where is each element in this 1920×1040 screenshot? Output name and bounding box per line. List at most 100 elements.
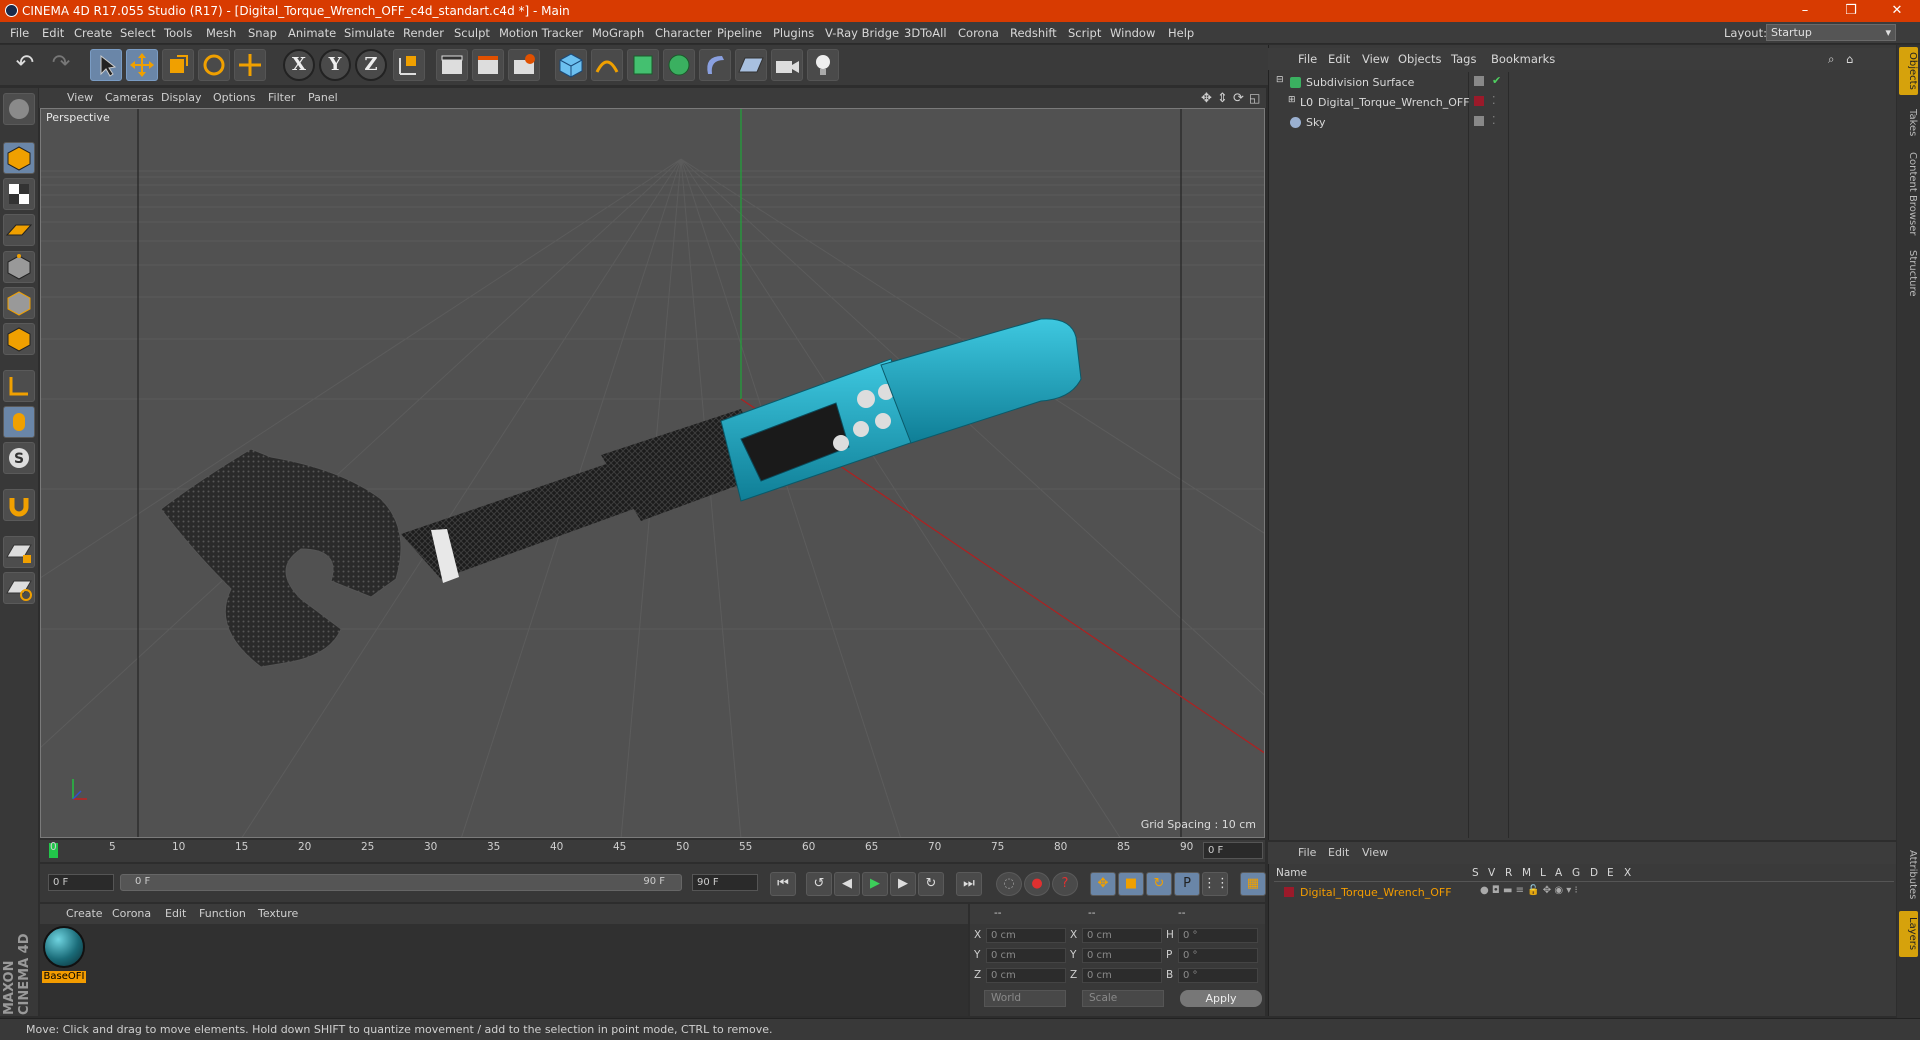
material-menu-create[interactable]: Create: [66, 907, 103, 920]
objects-menu-tags[interactable]: Tags: [1451, 52, 1476, 66]
coord-value-field[interactable]: 0 cm: [986, 928, 1066, 943]
menu-file[interactable]: File: [10, 26, 29, 40]
coord-value-field[interactable]: 0 cm: [986, 948, 1066, 963]
layer-flags-icons[interactable]: ● ◘ ▬ ≡ 🔓 ✥ ◉ ▾ ⁝: [1480, 885, 1578, 896]
coord-value-field[interactable]: 0 °: [1178, 948, 1258, 963]
add-deformer-button[interactable]: [699, 49, 731, 81]
layer-row[interactable]: Digital_Torque_Wrench_OFF ● ◘ ▬ ≡ 🔓 ✥ ◉ …: [1272, 884, 1894, 902]
add-camera-button[interactable]: [771, 49, 803, 81]
layer-color-icon[interactable]: [1474, 96, 1484, 106]
viewport-menu-view[interactable]: View: [67, 91, 93, 104]
workplane-mode-button[interactable]: [3, 214, 35, 246]
orbit-icon[interactable]: ⟳: [1233, 91, 1244, 106]
coord-value-field[interactable]: 0 °: [1178, 968, 1258, 983]
menu-vray-bridge[interactable]: V-Ray Bridge: [825, 26, 899, 40]
material-menu-edit[interactable]: Edit: [165, 907, 186, 920]
add-array-button[interactable]: [663, 49, 695, 81]
next-keyframe-icon[interactable]: ↻: [918, 872, 944, 896]
menu-simulate[interactable]: Simulate: [344, 26, 395, 40]
tab-attributes[interactable]: Attributes: [1899, 845, 1918, 905]
key-rotation-icon[interactable]: ↻: [1146, 872, 1172, 896]
layers-menu-file[interactable]: File: [1298, 846, 1316, 859]
material-menu-function[interactable]: Function: [199, 907, 246, 920]
coord-value-field[interactable]: 0 cm: [1082, 928, 1162, 943]
coord-value-field[interactable]: 0 °: [1178, 928, 1258, 943]
menu-snap[interactable]: Snap: [248, 26, 277, 40]
visibility-dots-icon[interactable]: ⁚: [1492, 94, 1496, 107]
viewport-menu-options[interactable]: Options: [213, 91, 255, 104]
menu-select[interactable]: Select: [120, 26, 155, 40]
collapse-icon[interactable]: ⊟: [1276, 75, 1284, 85]
objects-menu-view[interactable]: View: [1362, 52, 1389, 66]
object-row-wrench[interactable]: ⊞ L0 Digital_Torque_Wrench_OFF ⁚: [1272, 94, 1894, 112]
current-frame-field[interactable]: 0 F: [1203, 842, 1263, 859]
prev-frame-icon[interactable]: ◀: [834, 872, 860, 896]
material-preview-swatch[interactable]: [43, 926, 85, 968]
objects-menu-edit[interactable]: Edit: [1328, 52, 1350, 66]
render-picture-viewer-button[interactable]: [472, 49, 504, 81]
play-icon[interactable]: ▶: [862, 872, 888, 896]
object-row-sky[interactable]: Sky ⁚: [1272, 114, 1894, 132]
texture-mode-button[interactable]: [3, 178, 35, 210]
tab-takes[interactable]: Takes: [1899, 103, 1918, 143]
maximize-button[interactable]: ❒: [1828, 0, 1874, 22]
material-name-label[interactable]: BaseOFI: [42, 971, 86, 983]
y-axis-toggle[interactable]: Y: [319, 49, 351, 81]
coordinate-system-button[interactable]: [393, 49, 425, 81]
autokey-icon[interactable]: ?: [1052, 872, 1078, 896]
frame-range-slider[interactable]: 0 F 90 F: [120, 874, 682, 891]
render-view-button[interactable]: [436, 49, 468, 81]
menu-pipeline[interactable]: Pipeline: [717, 26, 762, 40]
timeline-ruler[interactable]: 0 5 10 15 20 25 30 35 40 45 50 55 60 65 70 75 80 85 90 0 F: [40, 840, 1265, 862]
perspective-viewport[interactable]: Perspective Grid Spacing : 10 cm: [40, 108, 1265, 838]
menu-sculpt[interactable]: Sculpt: [454, 26, 490, 40]
start-frame-field[interactable]: 0 F: [48, 874, 114, 891]
add-cube-button[interactable]: [555, 49, 587, 81]
render-settings-button[interactable]: [508, 49, 540, 81]
apply-button[interactable]: Apply: [1180, 990, 1262, 1007]
menu-3dtoall[interactable]: 3DToAll: [904, 26, 947, 40]
coord-value-field[interactable]: 0 cm: [1082, 968, 1162, 983]
viewport-menu-panel[interactable]: Panel: [308, 91, 338, 104]
material-menu-corona[interactable]: Corona: [112, 907, 151, 920]
keyframe-selection-icon[interactable]: ◌: [996, 872, 1022, 896]
add-spline-button[interactable]: [591, 49, 623, 81]
snap-button[interactable]: S: [3, 442, 35, 474]
transform-tool-button[interactable]: [234, 49, 266, 81]
key-position-icon[interactable]: ✥: [1090, 872, 1116, 896]
viewport-menu-cameras[interactable]: Cameras: [105, 91, 154, 104]
next-frame-icon[interactable]: ▶: [890, 872, 916, 896]
menu-plugins[interactable]: Plugins: [773, 26, 814, 40]
pan-icon[interactable]: ✥: [1201, 91, 1212, 106]
home-icon[interactable]: ⌂: [1846, 52, 1853, 66]
key-parameter-icon[interactable]: P: [1174, 872, 1200, 896]
expand-icon[interactable]: ⊞: [1288, 95, 1296, 105]
key-scale-icon[interactable]: ■: [1118, 872, 1144, 896]
timeline-window-icon[interactable]: ▦: [1240, 872, 1266, 896]
menu-animate[interactable]: Animate: [288, 26, 336, 40]
redo-icon[interactable]: ↷: [45, 49, 77, 81]
zoom-icon[interactable]: ⇕: [1217, 91, 1228, 106]
scale-tool-button[interactable]: [162, 49, 194, 81]
undo-icon[interactable]: ↶: [9, 49, 41, 81]
visibility-dots-icon[interactable]: ⁚: [1492, 114, 1496, 127]
search-icon[interactable]: ⌕: [1828, 52, 1834, 67]
x-axis-toggle[interactable]: X: [283, 49, 315, 81]
edges-mode-button[interactable]: [3, 287, 35, 319]
menu-help[interactable]: Help: [1168, 26, 1194, 40]
menu-character[interactable]: Character: [655, 26, 712, 40]
maximize-view-icon[interactable]: ◱: [1249, 91, 1260, 105]
viewport-menu-display[interactable]: Display: [161, 91, 202, 104]
coordinate-mode-dropdown[interactable]: World: [984, 990, 1066, 1007]
enabled-check-icon[interactable]: ✔: [1492, 74, 1501, 87]
axis-mode-button[interactable]: [3, 370, 35, 402]
tweak-mode-button[interactable]: [3, 406, 35, 438]
move-tool-button[interactable]: [126, 49, 158, 81]
record-icon[interactable]: ●: [1024, 872, 1050, 896]
add-light-button[interactable]: [807, 49, 839, 81]
tab-content-browser[interactable]: Content Browser: [1899, 149, 1918, 239]
layout-dropdown[interactable]: Startup ▾: [1766, 24, 1896, 41]
size-mode-dropdown[interactable]: Scale: [1082, 990, 1164, 1007]
grid-snap-button[interactable]: [3, 572, 35, 604]
select-tool-button[interactable]: [90, 49, 122, 81]
